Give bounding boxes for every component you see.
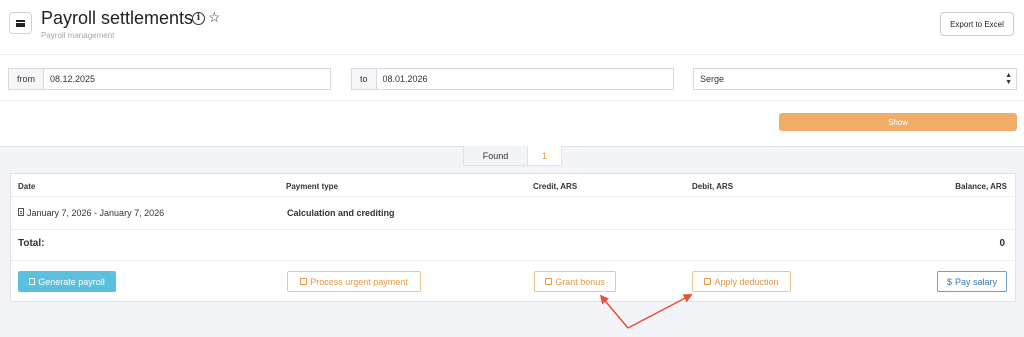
date-from-field: from (8, 68, 331, 90)
note-icon (545, 278, 553, 285)
pay-salary-label: Pay salary (954, 276, 998, 287)
total-label: Total: (18, 238, 45, 249)
generate-payroll-label: Generate payroll (38, 276, 105, 287)
divider (11, 229, 1015, 230)
process-urgent-payment-label: Process urgent payment (310, 276, 408, 287)
column-header-debit: Debit, ARS (692, 182, 734, 191)
export-to-excel-button[interactable]: Export to Excel (940, 12, 1014, 36)
date-from-input[interactable] (44, 69, 330, 89)
payroll-table: Date Payment type Credit, ARS Debit, ARS… (10, 173, 1016, 302)
page-title: Payroll settlements (41, 8, 194, 28)
date-to-input[interactable] (376, 69, 673, 89)
apply-deduction-label: Apply deduction (714, 276, 779, 287)
found-count: 1 (528, 146, 562, 166)
document-icon (29, 278, 36, 285)
to-label: to (352, 69, 377, 89)
document-icon (18, 208, 24, 216)
divider (11, 260, 1015, 261)
grant-bonus-button[interactable]: Grant bonus (534, 271, 616, 292)
column-header-payment-type: Payment type (286, 182, 339, 191)
menu-button[interactable] (9, 12, 32, 34)
row-payment-type: Calculation and crediting (287, 208, 395, 218)
info-icon[interactable]: i (192, 12, 205, 25)
page-subtitle: Payroll management (41, 31, 115, 40)
show-button[interactable]: Show (779, 113, 1017, 131)
note-icon (704, 278, 712, 285)
column-header-balance: Balance, ARS (955, 182, 1007, 191)
select-caret-icon: ▲ ▼ (1005, 72, 1012, 86)
note-icon (300, 278, 308, 285)
date-to-field: to (351, 68, 674, 90)
pay-salary-button[interactable]: $ Pay salary (937, 271, 1007, 292)
apply-deduction-button[interactable]: Apply deduction (692, 271, 791, 292)
process-urgent-payment-button[interactable]: Process urgent payment (287, 271, 421, 292)
employee-select-value: Serge (700, 74, 725, 84)
top-panel: Payroll settlements i ☆ Payroll manageme… (0, 0, 1024, 147)
employee-select[interactable]: Serge ▲ ▼ (693, 68, 1017, 90)
divider (0, 100, 1024, 101)
grant-bonus-label: Grant bonus (555, 276, 605, 287)
column-header-credit: Credit, ARS (533, 182, 578, 191)
column-header-date: Date (18, 182, 36, 191)
star-icon[interactable]: ☆ (208, 9, 221, 25)
total-value: 0 (999, 238, 1005, 249)
generate-payroll-button[interactable]: Generate payroll (18, 271, 116, 292)
found-label: Found (463, 146, 528, 166)
row-date: January 7, 2026 - January 7, 2026 (27, 208, 165, 218)
hamburger-icon (16, 19, 25, 27)
divider (11, 196, 1015, 197)
divider (0, 54, 1024, 55)
dollar-icon: $ (946, 276, 952, 287)
from-label: from (9, 69, 44, 89)
found-counter: Found 1 (463, 146, 562, 166)
